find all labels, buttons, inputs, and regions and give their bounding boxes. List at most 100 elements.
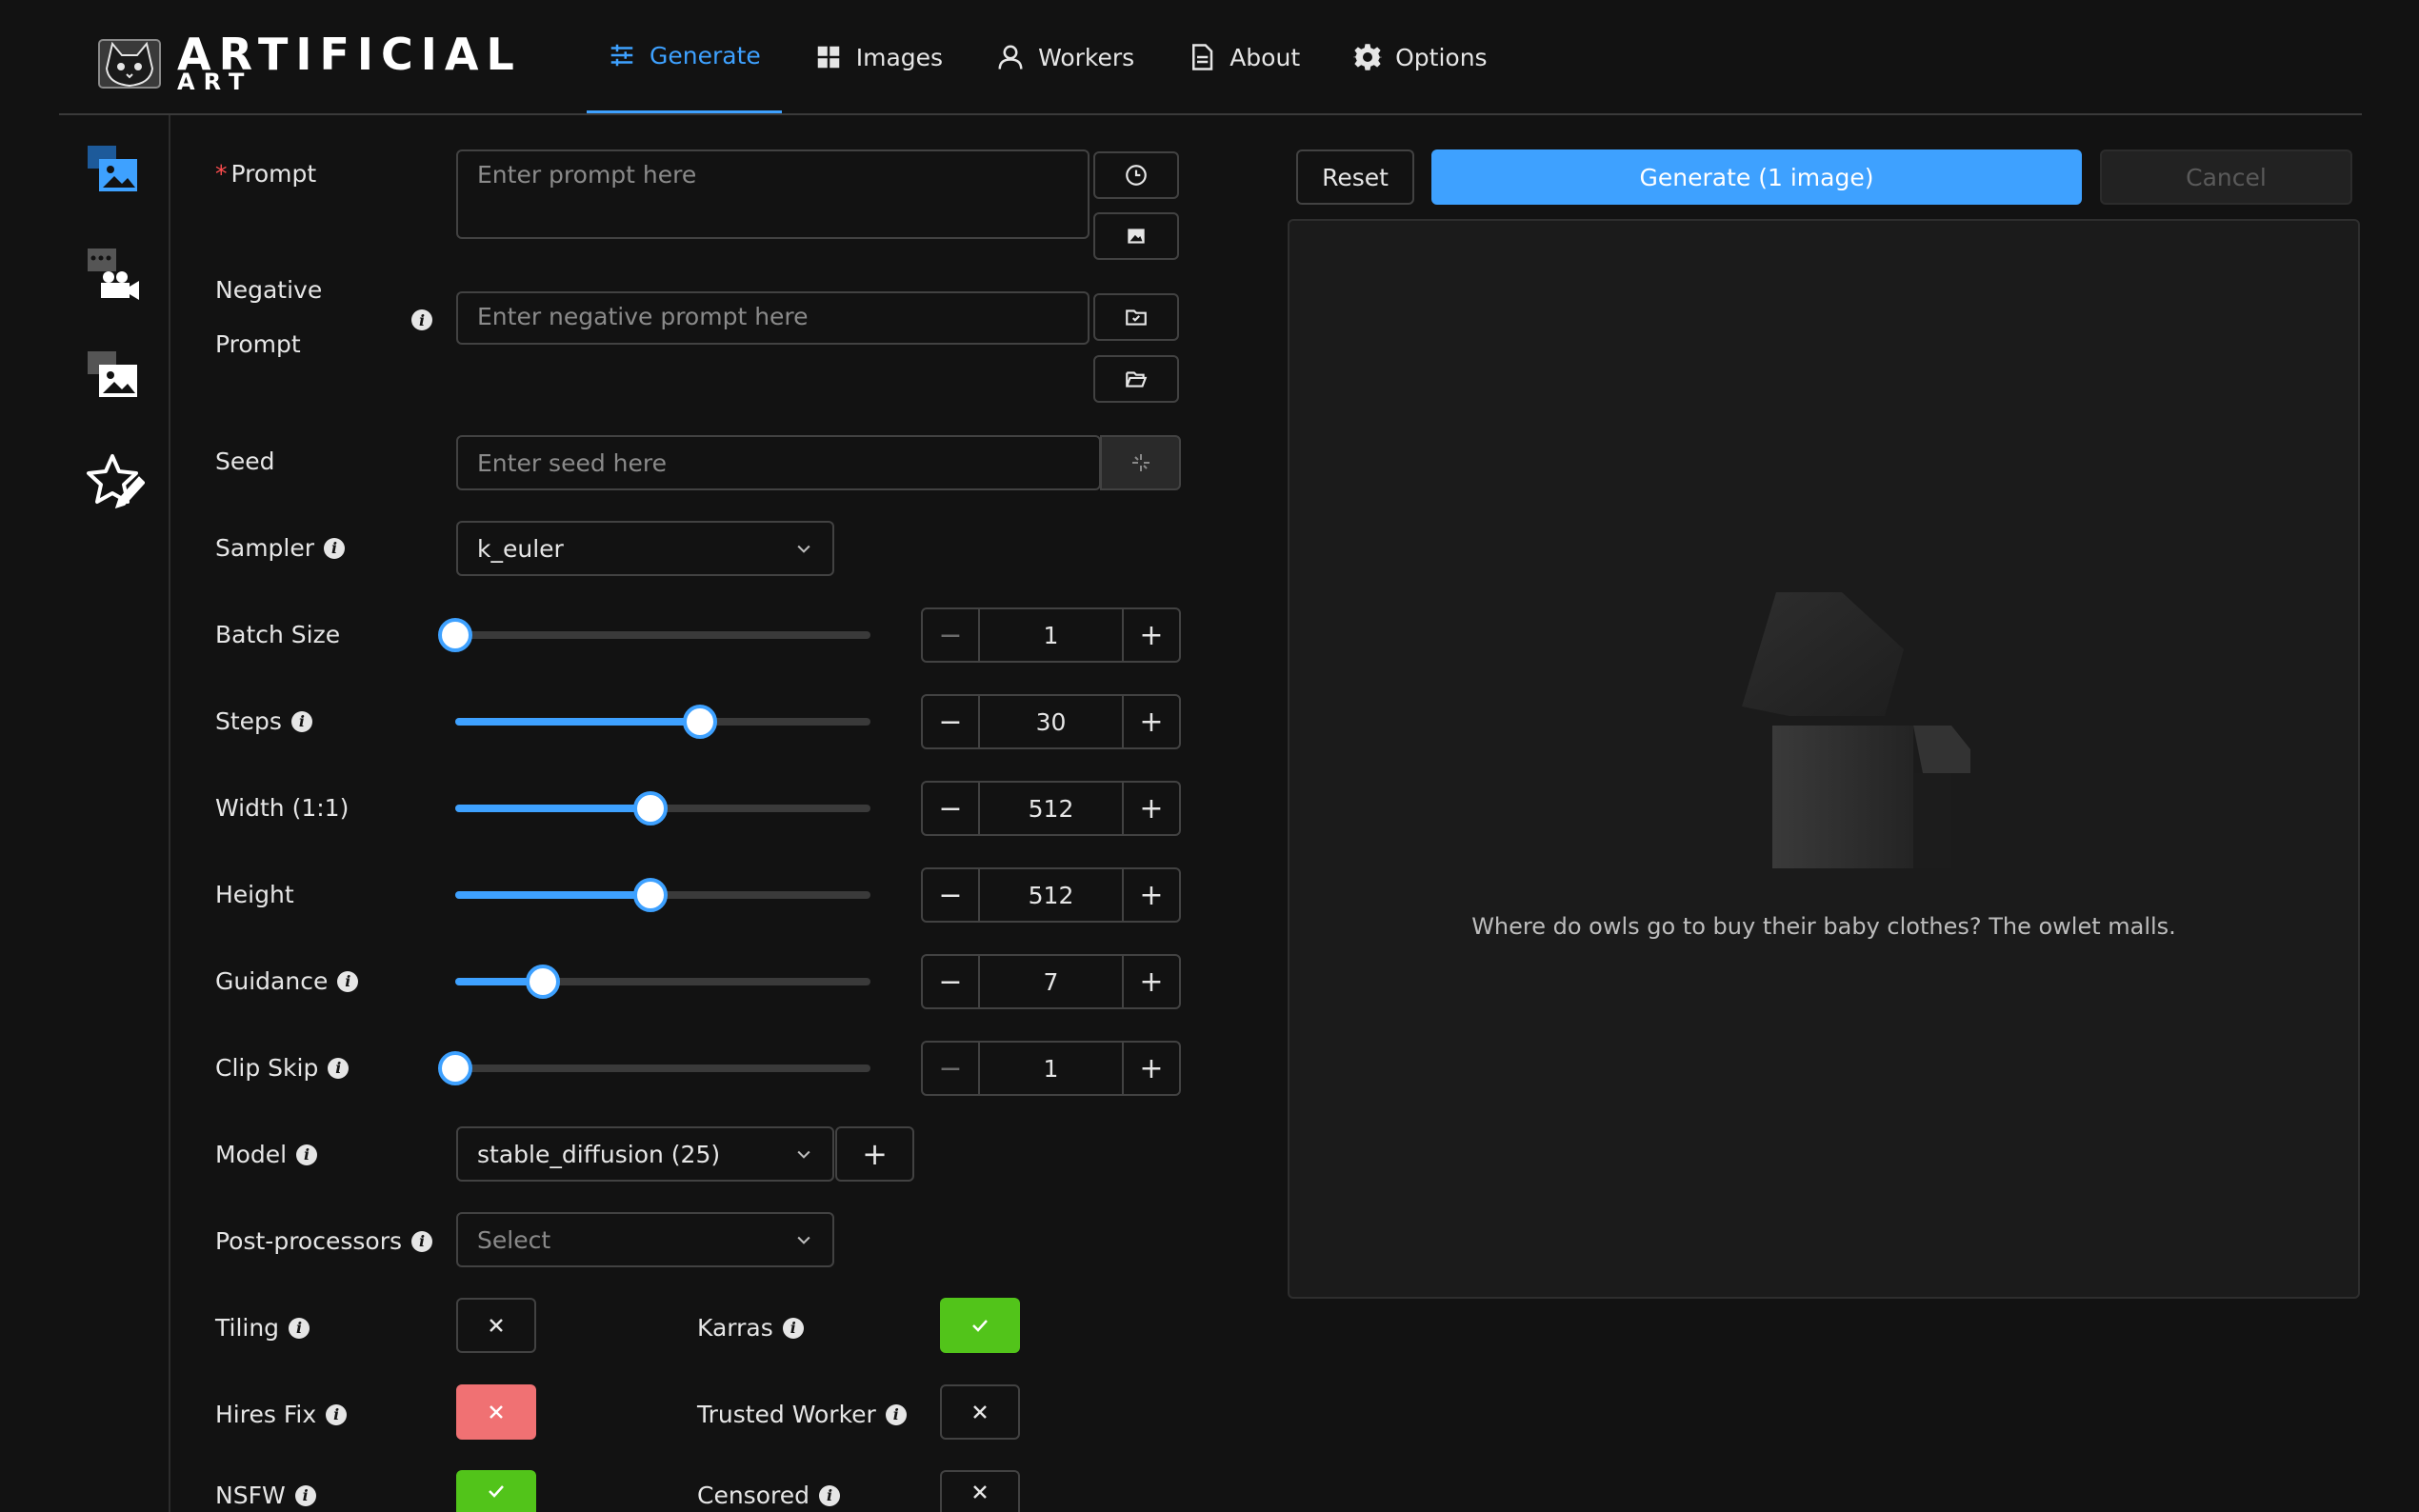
logo-subtitle: ART: [177, 69, 253, 95]
reset-button[interactable]: Reset: [1296, 149, 1414, 205]
height-stepper[interactable]: −512 +: [921, 867, 1181, 923]
steps-value[interactable]: 30: [978, 696, 1124, 747]
random-seed-button[interactable]: [1100, 435, 1181, 490]
star-edit-icon[interactable]: [84, 450, 145, 511]
tab-about[interactable]: About: [1167, 0, 1321, 114]
cat-logo-icon: [98, 39, 161, 89]
x-icon: [490, 1319, 503, 1332]
slider-rail: [455, 631, 870, 639]
nsfw-info-icon[interactable]: i: [294, 1484, 316, 1506]
check-icon: [972, 1320, 988, 1332]
load-negative-prompt-button[interactable]: [1093, 355, 1179, 403]
guidance-label-text: Guidance: [215, 967, 329, 995]
tab-generate[interactable]: Generate: [587, 0, 782, 114]
censored-label-text: Censored: [697, 1482, 810, 1509]
save-negative-prompt-button[interactable]: [1093, 293, 1179, 341]
slider-track: [455, 718, 701, 726]
nsfw-toggle[interactable]: [456, 1470, 536, 1512]
steps-info-icon[interactable]: i: [290, 710, 312, 732]
batch-size-stepper[interactable]: −1 +: [921, 607, 1181, 663]
model-value: stable_diffusion (25): [477, 1140, 721, 1168]
steps-decrement-button[interactable]: −: [923, 696, 978, 747]
tab-workers[interactable]: Workers: [975, 0, 1155, 114]
negative-prompt-info-icon[interactable]: i: [411, 309, 432, 330]
karras-toggle[interactable]: [940, 1298, 1020, 1353]
hires-fix-info-icon[interactable]: i: [326, 1403, 348, 1425]
clip-skip-info-icon[interactable]: i: [328, 1057, 350, 1079]
prompt-history-button[interactable]: [1093, 151, 1179, 199]
sparkle-icon: [1131, 454, 1150, 471]
clip-skip-value[interactable]: 1: [978, 1043, 1124, 1094]
guidance-stepper[interactable]: −7 +: [921, 954, 1181, 1009]
model-info-icon[interactable]: i: [296, 1144, 318, 1165]
slider-track: [455, 805, 650, 812]
censored-info-icon[interactable]: i: [818, 1484, 840, 1506]
prompt-input[interactable]: [456, 149, 1090, 239]
batch-size-decrement-button[interactable]: −: [923, 609, 978, 661]
slider-handle[interactable]: [438, 618, 472, 652]
tiling-info-icon[interactable]: i: [289, 1317, 310, 1339]
height-value[interactable]: 512: [978, 869, 1124, 921]
width-value[interactable]: 512: [978, 783, 1124, 834]
add-model-button[interactable]: +: [835, 1126, 914, 1182]
chevron-down-icon: [797, 1236, 810, 1244]
video-icon[interactable]: [84, 245, 145, 306]
steps-slider[interactable]: [455, 705, 870, 739]
model-label: Model i: [215, 1141, 318, 1168]
trusted-worker-info-icon[interactable]: i: [885, 1403, 907, 1425]
header-divider: [59, 113, 2362, 115]
steps-increment-button[interactable]: +: [1124, 696, 1179, 747]
image-to-image-icon[interactable]: [84, 348, 145, 408]
guidance-info-icon[interactable]: i: [337, 970, 359, 992]
clip-skip-decrement-button[interactable]: −: [923, 1043, 978, 1094]
slider-rail: [455, 1064, 870, 1072]
sampler-select[interactable]: k_euler: [456, 521, 834, 576]
width-decrement-button[interactable]: −: [923, 783, 978, 834]
slider-handle[interactable]: [438, 1051, 472, 1085]
tab-workers-label: Workers: [1038, 43, 1135, 71]
batch-size-slider[interactable]: [438, 618, 870, 652]
app-logo[interactable]: ARTIFICIAL ART: [95, 29, 557, 95]
generate-button[interactable]: Generate (1 image): [1431, 149, 2082, 205]
censored-label: Censored i: [697, 1482, 840, 1509]
slider-handle[interactable]: [632, 878, 668, 912]
height-decrement-button[interactable]: −: [923, 869, 978, 921]
sampler-info-icon[interactable]: i: [324, 537, 346, 559]
prompt-image-button[interactable]: [1093, 212, 1179, 260]
slider-handle[interactable]: [632, 791, 668, 826]
censored-toggle[interactable]: [940, 1470, 1020, 1512]
tiling-toggle[interactable]: [456, 1298, 536, 1353]
karras-info-icon[interactable]: i: [782, 1317, 804, 1339]
slider-handle[interactable]: [683, 705, 718, 739]
tab-options[interactable]: Options: [1332, 0, 1508, 114]
width-increment-button[interactable]: +: [1124, 783, 1179, 834]
height-increment-button[interactable]: +: [1124, 869, 1179, 921]
guidance-slider[interactable]: [455, 965, 870, 999]
model-select[interactable]: stable_diffusion (25): [456, 1126, 834, 1182]
batch-size-increment-button[interactable]: +: [1124, 609, 1179, 661]
width-slider[interactable]: [455, 791, 870, 826]
cancel-button[interactable]: Cancel: [2100, 149, 2352, 205]
hires-fix-toggle[interactable]: [456, 1384, 536, 1440]
batch-size-value[interactable]: 1: [978, 609, 1124, 661]
width-stepper[interactable]: −512 +: [921, 781, 1181, 836]
negative-prompt-input[interactable]: [456, 291, 1090, 345]
post-processors-placeholder: Select: [477, 1225, 551, 1254]
post-processors-select[interactable]: Select: [456, 1212, 834, 1267]
empty-box-icon: [1742, 592, 1970, 868]
clip-skip-slider[interactable]: [438, 1051, 870, 1085]
tab-images[interactable]: Images: [793, 0, 964, 114]
steps-stepper[interactable]: −30 +: [921, 694, 1181, 749]
clip-skip-increment-button[interactable]: +: [1124, 1043, 1179, 1094]
trusted-worker-toggle[interactable]: [940, 1384, 1020, 1440]
clip-skip-stepper[interactable]: −1 +: [921, 1041, 1181, 1096]
width-label: Width (1:1): [215, 794, 350, 822]
text-to-image-icon[interactable]: [84, 142, 145, 203]
post-processors-info-icon[interactable]: i: [411, 1230, 432, 1252]
guidance-value[interactable]: 7: [978, 956, 1124, 1007]
height-slider[interactable]: [455, 878, 870, 912]
guidance-increment-button[interactable]: +: [1124, 956, 1179, 1007]
seed-input[interactable]: [456, 435, 1101, 490]
slider-handle[interactable]: [525, 965, 560, 999]
guidance-decrement-button[interactable]: −: [923, 956, 978, 1007]
